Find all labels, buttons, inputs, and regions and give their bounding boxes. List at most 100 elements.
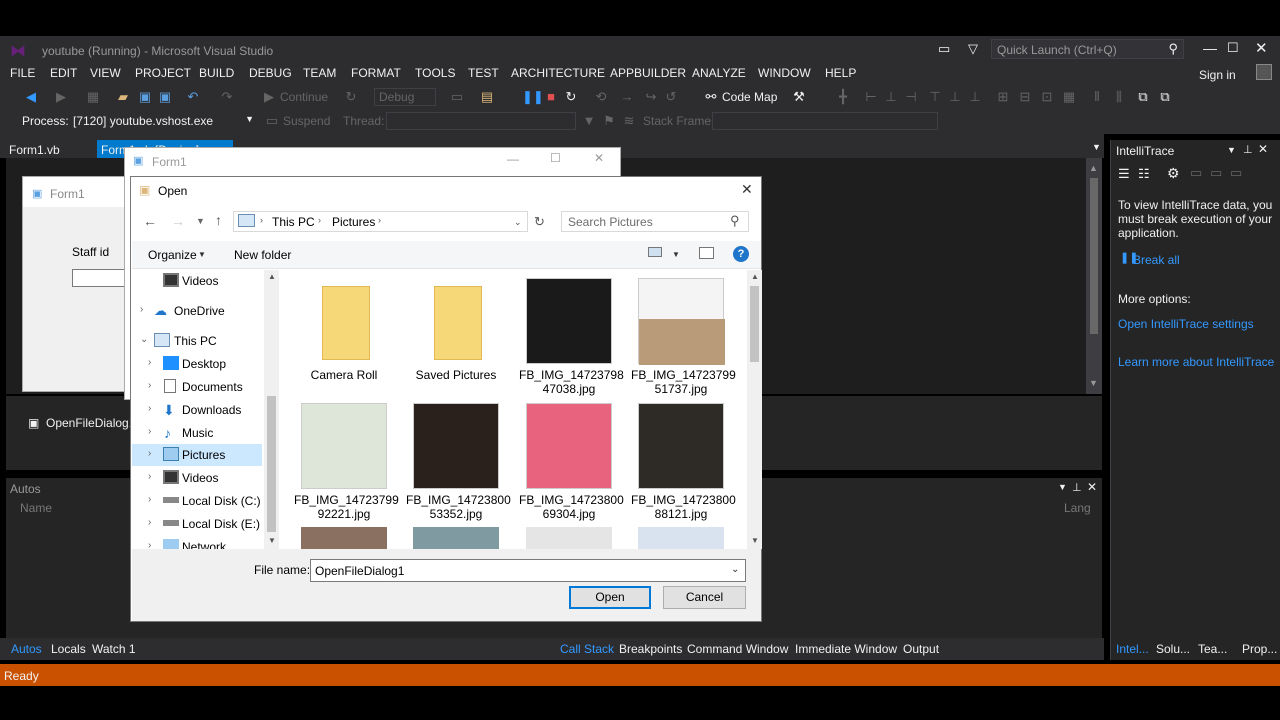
nav-item-desktop[interactable]: › Desktop [132,353,262,375]
organize-button[interactable]: Organize [148,248,197,262]
new-folder-button[interactable]: New folder [234,248,291,262]
breadcrumb[interactable]: › This PC › Pictures › ⌄ [233,211,528,232]
menu-item-format[interactable]: FORMAT [351,66,401,80]
settings-icon[interactable]: ⚙ [1167,165,1180,182]
forward-icon[interactable]: → [171,213,185,229]
nav-item-network[interactable]: › Network [132,536,262,549]
nav-item-documents[interactable]: › Documents [132,376,262,398]
nav-item-downloads[interactable]: › ⬇ Downloads [132,399,262,421]
thread-select[interactable] [386,112,576,130]
same-width-icon[interactable]: ⊟ [1018,90,1032,104]
file-item[interactable]: FB_IMG_14723799 92221.jpg [294,403,399,523]
open-button[interactable]: Open [569,586,651,609]
copy-icon[interactable]: ▭ [1210,165,1222,181]
panel-menu-icon[interactable]: ▼ [1227,145,1236,155]
back-icon[interactable]: ← [143,213,157,229]
dialog-close-button[interactable]: ✕ [741,181,753,198]
maximize-button[interactable]: ☐ [1227,40,1239,56]
menu-item-architecture[interactable]: ARCHITECTURE [511,66,605,80]
tab-team[interactable]: Tea... [1198,642,1227,656]
nav-item-this-pc[interactable]: ⌄ This PC [132,330,262,352]
tab-watch1[interactable]: Watch 1 [92,642,136,656]
same-height-icon[interactable]: ⊡ [1040,90,1054,104]
tab-solution[interactable]: Solu... [1156,642,1190,656]
designer-vscrollbar[interactable]: ▲ ▼ [1086,158,1102,394]
close-button[interactable]: ✕ [1255,39,1268,57]
nav-item-local-disk-c[interactable]: › Local Disk (C:) [132,490,262,512]
pause-icon[interactable]: ❚❚ [522,90,544,104]
step-icon[interactable]: ⟲ [594,90,608,104]
file-item[interactable]: FB_IMG_14723800 53352.jpg [406,403,511,523]
new-project-icon[interactable]: ▦ [86,90,100,104]
menu-item-team[interactable]: TEAM [303,66,336,80]
openfiledialog-component[interactable]: OpenFileDialog1 [46,416,135,430]
nav-scrollbar[interactable]: ▲ ▼ [264,270,279,549]
threads-icon[interactable]: ≋ [622,114,636,128]
tab-output[interactable]: Output [903,642,939,656]
staff-id-textbox[interactable] [72,269,132,287]
preview-pane-icon[interactable] [699,247,714,259]
restart-icon[interactable]: ↻ [564,90,578,104]
tab-call-stack[interactable]: Call Stack [560,642,614,656]
config-select[interactable]: Debug [374,88,436,106]
process-select[interactable]: [7120] youtube.vshost.exe ▼ [68,112,258,130]
breadcrumb-this-pc[interactable]: This PC [272,215,315,229]
tab-breakpoints[interactable]: Breakpoints [619,642,682,656]
file-name-input[interactable]: OpenFileDialog1 ⌄ [310,559,746,582]
file-list-scrollbar[interactable]: ▲ ▼ [747,270,762,549]
align-left-icon[interactable]: ⊢ [864,90,878,104]
tab-intellitrace[interactable]: Intel... [1116,642,1149,656]
open-settings-link[interactable]: Open IntelliTrace settings [1118,317,1254,331]
align-bottom-icon[interactable]: ⊥ [968,90,982,104]
panel-close-icon[interactable]: ✕ [1087,480,1097,494]
refresh-icon[interactable]: ↻ [344,90,358,104]
recent-chevron-icon[interactable]: ▼ [196,216,205,226]
menu-item-analyze[interactable]: ANALYZE [692,66,746,80]
minimize-button[interactable]: — [1203,40,1217,56]
menu-item-build[interactable]: BUILD [199,66,234,80]
chevron-down-icon[interactable]: ⌄ [514,217,522,228]
redo-icon[interactable]: ↷ [220,90,234,104]
continue-button[interactable]: Continue [280,90,328,104]
nav-item-videos-top[interactable]: Videos [132,270,262,292]
menu-item-window[interactable]: WINDOW [758,66,811,80]
attach-icon[interactable]: ▭ [450,90,464,104]
nav-item-local-disk-e[interactable]: › Local Disk (E:) [132,513,262,535]
quick-launch-input[interactable]: Quick Launch (Ctrl+Q) ⚲ [991,39,1184,59]
grid-icon[interactable]: ▦ [1062,90,1076,104]
nav-item-onedrive[interactable]: › ☁ OneDrive [132,300,262,322]
nav-item-music[interactable]: › ♪ Music [132,422,262,444]
file-item[interactable]: FB_IMG_14723798 47038.jpg [519,278,624,398]
find-icon[interactable]: ▤ [480,90,494,104]
flag-icon[interactable]: ⚑ [602,114,616,128]
break-all-link[interactable]: Break all [1133,253,1180,267]
filter-icon[interactable]: ▼ [582,114,596,128]
menu-item-test[interactable]: TEST [468,66,499,80]
menu-item-edit[interactable]: EDIT [50,66,77,80]
tab-command-window[interactable]: Command Window [687,642,788,656]
tab-locals[interactable]: Locals [51,642,86,656]
h-spacing-icon[interactable]: ⫴ [1090,90,1104,104]
menu-item-help[interactable]: HELP [825,66,856,80]
continue-icon[interactable]: ▶ [262,90,276,104]
align-top-icon[interactable]: ⊤ [928,90,942,104]
menu-item-file[interactable]: FILE [10,66,35,80]
form1-close-button[interactable]: ✕ [594,151,604,165]
suspend-button[interactable]: Suspend [283,114,330,128]
list-view-icon[interactable]: ☰ [1118,166,1130,182]
refresh-icon[interactable]: ↻ [534,214,545,230]
bring-front-icon[interactable]: ⧉ [1136,90,1150,104]
menu-item-debug[interactable]: DEBUG [249,66,292,80]
file-item[interactable]: FB_IMG_14723799 51737.jpg [631,278,736,398]
undo-icon[interactable]: ↶ [186,90,200,104]
align-icon[interactable]: ╋ [836,90,850,104]
v-spacing-icon[interactable]: ⫼ [1112,90,1126,104]
tab-autos[interactable]: Autos [11,642,42,656]
cancel-button[interactable]: Cancel [663,586,746,609]
view-options-icon[interactable] [648,247,662,257]
align-middle-icon[interactable]: ⊥ [948,90,962,104]
menu-item-tools[interactable]: TOOLS [415,66,455,80]
file-item[interactable]: FB_IMG_14723800 88121.jpg [631,403,736,523]
suspend-icon[interactable]: ▭ [265,114,279,128]
step-into-icon[interactable]: → [620,90,634,104]
